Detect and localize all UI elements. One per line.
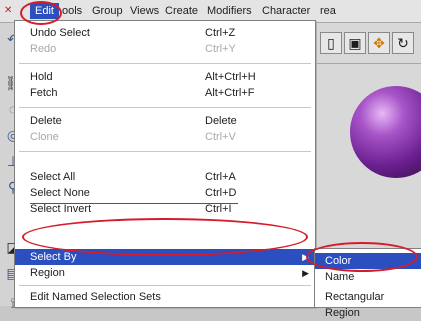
sphere-object[interactable] [350, 86, 421, 178]
menu-item-label: Region [30, 267, 65, 279]
menu-item-hold[interactable]: Hold Alt+Ctrl+H [15, 69, 315, 85]
main-toolbar: ▯ ▣ ✥ ↻ [312, 23, 421, 64]
menu-separator [19, 151, 311, 152]
menu-item-clone[interactable]: Clone Ctrl+V [15, 129, 315, 145]
menu-modifiers[interactable]: Modifiers [207, 4, 252, 18]
menu-item-shortcut: Delete [205, 115, 237, 127]
submenu-item-name[interactable]: Name [315, 269, 421, 285]
menu-item-shortcut: Ctrl+D [205, 187, 237, 199]
menu-rea[interactable]: rea [320, 4, 336, 18]
menu-item-shortcut: Ctrl+A [205, 171, 236, 183]
menu-separator [19, 107, 311, 108]
menu-group[interactable]: Group [92, 4, 123, 18]
menu-item-delete[interactable]: Delete Delete [15, 113, 315, 129]
submenu-arrow-icon: ▶ [302, 252, 309, 262]
menu-tools[interactable]: ools [62, 4, 82, 18]
submenu-arrow-icon: ▶ [302, 268, 309, 278]
menu-separator [19, 63, 311, 64]
menu-item-label: Edit Named Selection Sets [30, 291, 161, 303]
menu-item-select-by[interactable]: Select By ▶ [15, 249, 315, 265]
viewport[interactable] [312, 64, 421, 249]
menu-item-shortcut: Ctrl+V [205, 131, 236, 143]
menu-views[interactable]: Views [130, 4, 159, 18]
select-object-icon[interactable]: ▯ [320, 32, 342, 54]
menu-item-label: Fetch [30, 87, 58, 99]
menu-create[interactable]: Create [165, 4, 198, 18]
menu-item-fetch[interactable]: Fetch Alt+Ctrl+F [15, 85, 315, 101]
menu-item-select-none[interactable]: Select None Ctrl+D [15, 185, 315, 201]
submenu-item-color[interactable]: Color [315, 253, 421, 269]
menu-item-label: Select All [30, 171, 76, 183]
menu-item-label: Delete [30, 115, 62, 127]
app-icon: ✕ [4, 5, 13, 16]
menu-item-label: Select By [30, 251, 77, 263]
menu-edit[interactable]: Edit [30, 3, 59, 19]
rotate-icon[interactable]: ↻ [392, 32, 414, 54]
select-by-submenu: Color Name Rectangular Region [314, 248, 421, 319]
move-icon[interactable]: ✥ [368, 32, 390, 54]
menu-item-label: Clone [30, 131, 59, 143]
menu-item-label: Select None [30, 187, 90, 199]
menu-item-shortcut: Alt+Ctrl+F [205, 87, 255, 99]
submenu-item-label: Rectangular Region [325, 291, 385, 319]
menu-item-label: Undo Select [30, 27, 90, 39]
menu-item-undo-select[interactable]: Undo Select Ctrl+Z [15, 25, 315, 41]
menu-item-edit-named-selection-sets[interactable]: Edit Named Selection Sets [15, 289, 315, 305]
submenu-item-label: Name [325, 271, 355, 283]
menu-item-shortcut: Alt+Ctrl+H [205, 71, 256, 83]
submenu-item-rectangular-region[interactable]: Rectangular Region [315, 289, 421, 319]
menu-item-select-all[interactable]: Select All Ctrl+A [15, 169, 315, 185]
menu-item-redo[interactable]: Redo Ctrl+Y [15, 41, 315, 57]
annotation-strikethrough [30, 203, 238, 204]
menu-character[interactable]: Character [262, 4, 310, 18]
select-camera-icon[interactable]: ▣ [344, 32, 366, 54]
menu-item-label: Hold [30, 71, 53, 83]
menu-item-shortcut: Ctrl+Y [205, 43, 236, 55]
submenu-item-label: Color [325, 255, 352, 267]
menu-item-label: Redo [30, 43, 57, 55]
menu-separator [19, 285, 311, 286]
menu-item-region[interactable]: Region ▶ [15, 265, 315, 281]
edit-menu: Undo Select Ctrl+Z Redo Ctrl+Y Hold Alt+… [14, 20, 316, 308]
menu-item-shortcut: Ctrl+Z [205, 27, 236, 39]
